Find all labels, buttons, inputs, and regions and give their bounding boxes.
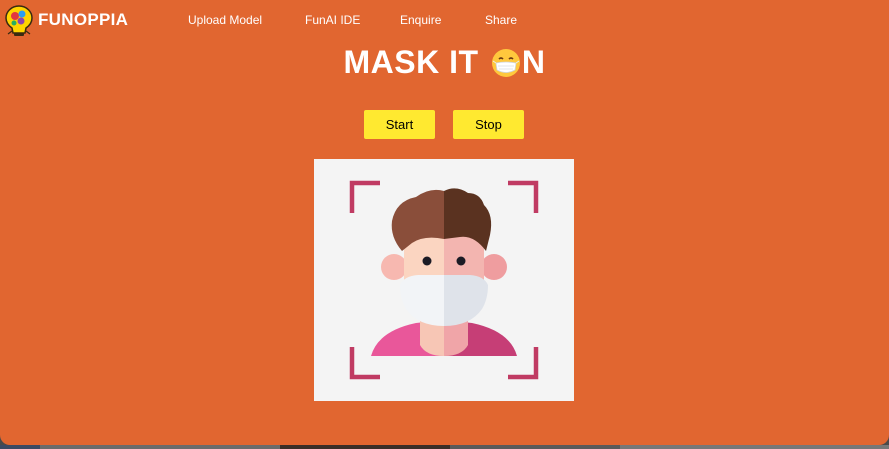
desktop-taskbar-strip bbox=[0, 445, 889, 449]
nav-link-upload-model[interactable]: Upload Model bbox=[188, 13, 262, 27]
page-title-text-end: N bbox=[521, 44, 546, 80]
brand-logo-link[interactable]: FUNOPPIA bbox=[4, 4, 128, 38]
app-page: FUNOPPIA Upload Model FunAI IDE Enquire … bbox=[0, 0, 889, 445]
stop-button[interactable]: Stop bbox=[453, 110, 524, 139]
start-button[interactable]: Start bbox=[364, 110, 435, 139]
nav-link-funai-ide[interactable]: FunAI IDE bbox=[305, 13, 360, 27]
brand-name: FUNOPPIA bbox=[38, 10, 129, 29]
face-with-medical-mask-icon bbox=[491, 48, 520, 77]
page-title-text: MASK IT bbox=[343, 44, 488, 80]
nav-link-enquire[interactable]: Enquire bbox=[400, 13, 441, 27]
navbar: FUNOPPIA Upload Model FunAI IDE Enquire … bbox=[0, 0, 889, 42]
camera-preview bbox=[314, 159, 574, 401]
page-title: MASK IT N bbox=[0, 44, 889, 81]
masked-face-illustration bbox=[349, 180, 539, 380]
nav-link-share[interactable]: Share bbox=[485, 13, 517, 27]
lightbulb-logo-icon bbox=[5, 5, 33, 36]
